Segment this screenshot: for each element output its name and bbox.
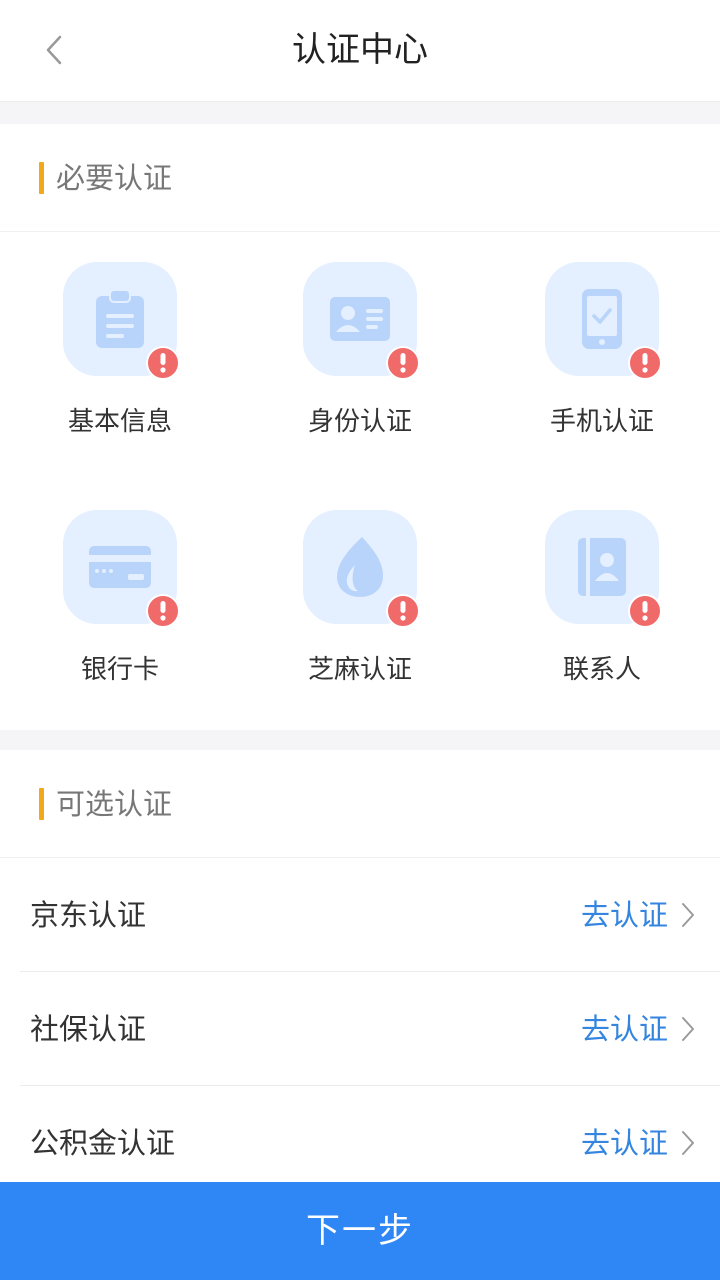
section-title: 可选认证 <box>56 787 173 821</box>
row-label: 公积金认证 <box>30 1126 176 1160</box>
auth-item-label: 联系人 <box>562 655 641 685</box>
alert-badge <box>628 346 662 380</box>
auth-item-label: 身份认证 <box>307 407 412 437</box>
section-accent-bar <box>39 788 44 820</box>
exclamation-icon <box>160 601 166 621</box>
auth-item-label: 基本信息 <box>67 407 172 437</box>
section-accent-bar <box>39 162 44 194</box>
exclamation-icon <box>400 601 406 621</box>
exclamation-icon <box>400 353 406 373</box>
bank-card-icon <box>89 546 151 588</box>
section-title: 必要认证 <box>56 161 173 195</box>
auth-item-basic-info[interactable]: 基本信息 <box>0 232 240 452</box>
sesame-drop-icon <box>337 537 383 597</box>
next-step-button[interactable]: 下一步 <box>0 1182 720 1280</box>
alert-badge <box>146 346 180 380</box>
alert-badge <box>386 346 420 380</box>
auth-item-phone[interactable]: 手机认证 <box>482 232 720 452</box>
auth-item-identity[interactable]: 身份认证 <box>240 232 480 452</box>
optional-auth-section: 可选认证 京东认证 去认证 社保认证 去认证 公积金认证 去认证 <box>0 750 720 1182</box>
phone-check-icon <box>582 289 622 349</box>
go-verify-link[interactable]: 去认证 <box>581 1005 668 1053</box>
go-verify-link[interactable]: 去认证 <box>581 891 668 939</box>
row-label: 京东认证 <box>30 898 147 932</box>
chevron-right-icon <box>682 1131 694 1155</box>
alert-badge <box>146 594 180 628</box>
chevron-right-icon <box>682 903 694 927</box>
contact-book-icon <box>578 538 626 596</box>
id-card-icon <box>330 297 390 341</box>
exclamation-icon <box>642 601 648 621</box>
optional-row-jd[interactable]: 京东认证 去认证 <box>20 858 720 972</box>
auth-item-label: 银行卡 <box>80 655 159 685</box>
alert-badge <box>628 594 662 628</box>
go-verify-link[interactable]: 去认证 <box>581 1119 668 1167</box>
nav-header: 认证中心 <box>0 0 720 102</box>
page-title: 认证中心 <box>292 30 428 70</box>
auth-item-label: 手机认证 <box>549 407 654 437</box>
auth-item-label: 芝麻认证 <box>307 655 412 685</box>
required-auth-section: 必要认证 基本信息 身份认证 手机认证 银行卡 芝麻认证 联系人 <box>0 124 720 730</box>
section-header: 必要认证 <box>0 124 720 232</box>
clipboard-icon <box>96 289 144 348</box>
exclamation-icon <box>160 353 166 373</box>
auth-item-contacts[interactable]: 联系人 <box>482 480 720 700</box>
auth-item-bank-card[interactable]: 银行卡 <box>0 480 240 700</box>
alert-badge <box>386 594 420 628</box>
exclamation-icon <box>642 353 648 373</box>
section-header: 可选认证 <box>0 750 720 858</box>
row-label: 社保认证 <box>30 1012 147 1046</box>
chevron-right-icon <box>682 1017 694 1041</box>
optional-row-social-security[interactable]: 社保认证 去认证 <box>20 972 720 1086</box>
auth-item-sesame[interactable]: 芝麻认证 <box>240 480 480 700</box>
